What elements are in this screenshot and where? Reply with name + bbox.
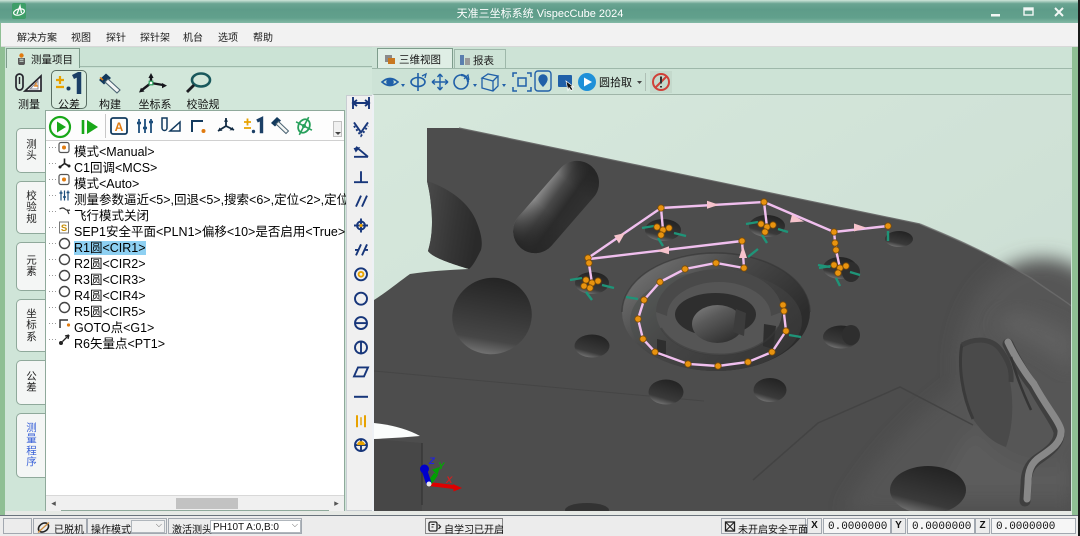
svg-text:X: X bbox=[445, 475, 453, 486]
svg-text:圆拾取: 圆拾取 bbox=[599, 75, 632, 89]
svg-text:S: S bbox=[61, 223, 67, 234]
svg-text:Z: Z bbox=[428, 456, 436, 467]
svg-text:A: A bbox=[115, 120, 124, 134]
